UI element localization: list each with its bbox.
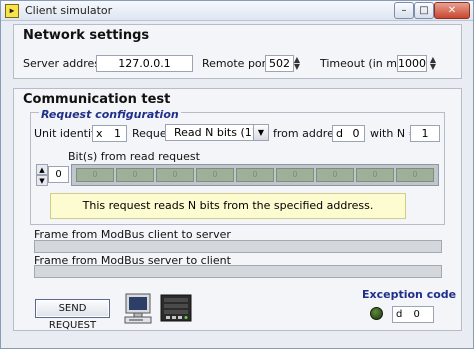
dropdown-arrow-icon[interactable]: ▼ — [253, 125, 268, 140]
maximize-button[interactable]: □ — [414, 2, 434, 19]
timeout-field[interactable]: 1000 — [397, 55, 427, 72]
title-bar[interactable]: ▶ Client simulator – □ ✕ — [1, 1, 473, 21]
server-icon — [160, 294, 192, 322]
unit-identifier-value: 1 — [114, 127, 122, 140]
bits-index-stepper[interactable]: ▲ ▼ — [36, 164, 48, 186]
bits-index-field[interactable]: 0 — [48, 166, 69, 183]
unit-identifier-field[interactable]: x 1 — [92, 125, 127, 142]
bit-indicator: 0 — [316, 168, 354, 182]
bit-indicator: 0 — [196, 168, 234, 182]
send-request-button[interactable]: SEND REQUEST — [35, 299, 110, 331]
exception-led-indicator — [370, 307, 383, 320]
spin-up-icon[interactable]: ▲ — [36, 164, 48, 175]
spin-down-icon[interactable]: ▼ — [36, 175, 48, 186]
close-button[interactable]: ✕ — [434, 2, 470, 19]
bit-indicator: 0 — [276, 168, 314, 182]
exception-code-title: Exception code — [362, 288, 457, 301]
request-selected-value: Read N bits (1) — [174, 126, 257, 139]
remote-port-field[interactable]: 502 — [265, 55, 294, 72]
bit-indicator: 0 — [236, 168, 274, 182]
bits-array: 0 0 0 0 0 0 0 0 0 — [71, 164, 439, 186]
bits-label: Bit(s) from read request — [68, 150, 200, 163]
frame-server-to-client-display — [34, 265, 442, 278]
client-simulator-window: ▶ Client simulator – □ ✕ Network setting… — [0, 0, 474, 349]
network-settings-heading: Network settings — [23, 28, 150, 43]
with-n-field[interactable]: 1 — [410, 125, 440, 142]
minimize-icon: – — [401, 5, 407, 16]
bit-indicator: 0 — [76, 168, 114, 182]
close-icon: ✕ — [447, 5, 457, 16]
bit-indicator: 0 — [396, 168, 434, 182]
request-dropdown[interactable]: Read N bits (1) ▼ — [165, 124, 269, 141]
from-address-field[interactable]: d 0 — [332, 125, 365, 142]
unit-identifier-radix: x — [96, 127, 103, 140]
exception-code-radix: d — [396, 309, 403, 320]
spin-down-icon[interactable]: ▼ — [429, 63, 437, 71]
minimize-button[interactable]: – — [394, 2, 414, 19]
maximize-icon: □ — [419, 5, 429, 16]
app-icon: ▶ — [5, 4, 19, 18]
remote-port-spinner[interactable]: ▲ ▼ — [293, 56, 301, 71]
frame-client-to-server-display — [34, 240, 442, 253]
exception-code-value: 0 — [413, 309, 420, 320]
bit-indicator: 0 — [116, 168, 154, 182]
window-title: Client simulator — [25, 4, 113, 17]
pc-icon — [124, 293, 152, 324]
spin-down-icon[interactable]: ▼ — [293, 63, 301, 71]
from-address-radix: d — [336, 127, 343, 140]
server-address-field[interactable]: 127.0.0.1 — [96, 55, 193, 72]
timeout-spinner[interactable]: ▲ ▼ — [429, 56, 437, 71]
communication-test-heading: Communication test — [23, 92, 171, 107]
request-description-message: This request reads N bits from the speci… — [50, 193, 406, 219]
request-configuration-title: Request configuration — [39, 108, 181, 121]
from-address-value: 0 — [352, 127, 360, 140]
bit-indicator: 0 — [356, 168, 394, 182]
bit-indicator: 0 — [156, 168, 194, 182]
exception-code-field: d 0 — [392, 306, 434, 323]
